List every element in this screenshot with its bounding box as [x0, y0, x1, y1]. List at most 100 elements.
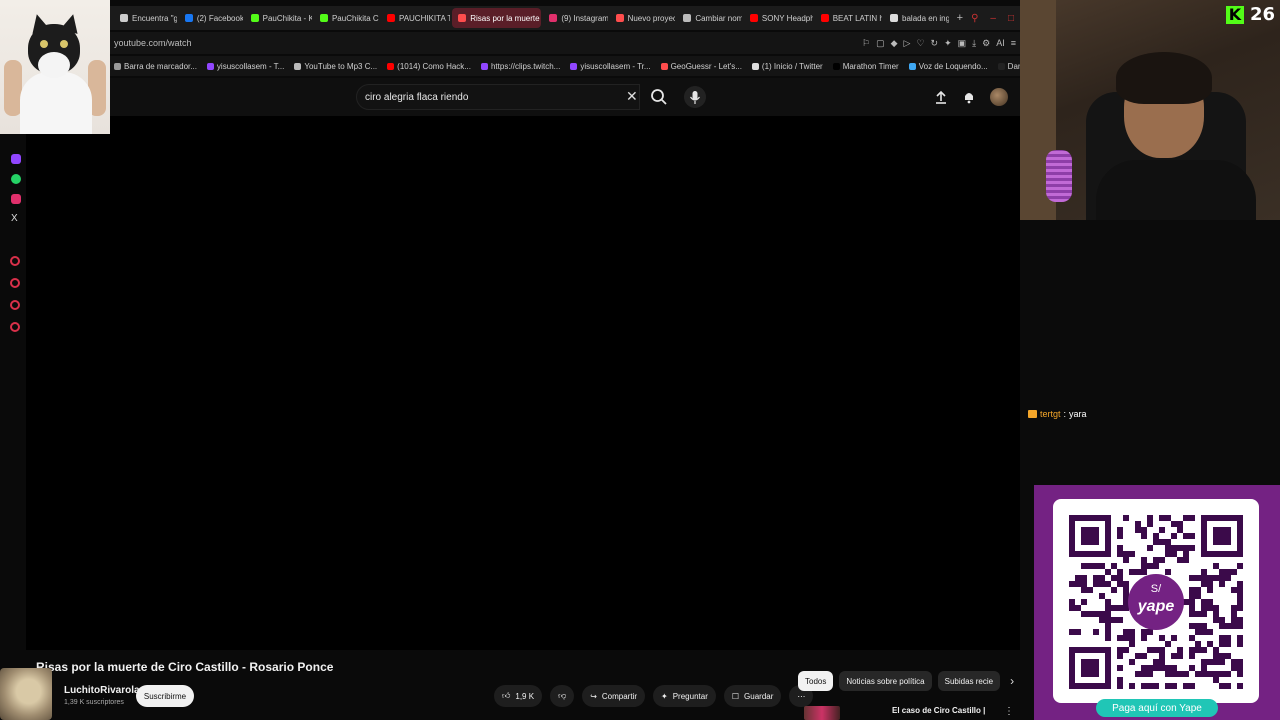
ask-button[interactable]: ✦ Preguntar [653, 685, 716, 707]
download-icon[interactable]: ⤓ [972, 38, 976, 49]
new-tab-button[interactable]: + [951, 12, 969, 24]
mic-icon[interactable] [684, 86, 706, 108]
clear-search-icon[interactable]: ✕ [626, 88, 638, 105]
recommended-menu-icon[interactable]: ⋮ [1004, 706, 1014, 717]
menu-icon[interactable]: ≡ [1011, 38, 1016, 49]
browser-tab[interactable]: (2) Facebook [179, 8, 243, 28]
minimize-button[interactable]: – [990, 13, 996, 24]
more-icon: ⋯ [797, 691, 806, 701]
circle-icon-4 [10, 322, 20, 332]
chat-separator: : [1063, 409, 1067, 419]
browser-tab[interactable]: Risas por la muerte d [452, 8, 542, 28]
bookmark-item[interactable]: (1014) Como Hack... [387, 62, 471, 71]
browser-tab[interactable]: Nuevo proyec [610, 8, 675, 28]
bookmark-item[interactable]: https://clips.twitch... [480, 62, 560, 71]
qr-code-card: S/yape [1053, 499, 1259, 703]
tab-favicon-icon [890, 14, 899, 22]
lock-icon[interactable]: ▣ [958, 38, 967, 49]
bookmark-item[interactable]: YouTube to Mp3 C... [294, 62, 377, 71]
sync-icon[interactable]: ↻ [931, 38, 939, 49]
bookmark-favicon-icon [751, 62, 759, 70]
share-label: Compartir [601, 691, 638, 701]
browser-tab[interactable]: Cambiar nom [677, 8, 742, 28]
extensions-icon[interactable]: ✦ [944, 38, 952, 49]
bookmark-favicon-icon [908, 62, 916, 70]
maximize-button[interactable]: □ [1008, 13, 1014, 24]
bookmark-favicon-icon [294, 62, 302, 70]
x-twitter-icon: X [11, 213, 18, 224]
chevron-right-icon[interactable]: › [1010, 674, 1014, 688]
sparkle-icon: ✦ [661, 691, 668, 701]
screenshot-icon[interactable]: ▢ [876, 38, 885, 49]
bookmark-item[interactable]: Voz de Loquendo... [908, 62, 988, 71]
bookmark-label: yisuscollasem - T... [216, 61, 285, 71]
bookmark-item[interactable]: GeoGuessr - Let's... [660, 61, 742, 71]
header-actions [934, 88, 1008, 106]
tab-favicon-icon [120, 14, 128, 22]
browser-tab-strip: Encuentra "g (2) Facebook PauChikita - K Pa… [110, 6, 1020, 30]
chip-all[interactable]: Todos [798, 671, 834, 691]
bookmark-label: YouTube to Mp3 C... [304, 61, 378, 71]
browser-tab[interactable]: (9) Instagram [543, 8, 608, 28]
bookmark-label: GeoGuessr - Let's... [670, 61, 742, 71]
search-box[interactable]: ciro alegria flaca riendo [356, 84, 640, 110]
bookmark-label: yisuscollasem - Tr... [580, 61, 651, 71]
heart-icon[interactable]: ♡ [916, 38, 924, 49]
browser-tab[interactable]: PauChikita Cl [314, 8, 379, 28]
ai-button[interactable]: AI [996, 38, 1005, 49]
window-controls: ⚲ – □ [971, 13, 1020, 24]
channel-name[interactable]: LuchitoRivarola [64, 685, 140, 696]
upload-icon[interactable] [934, 90, 948, 104]
recommended-title[interactable]: El caso de Ciro Castillo | [892, 706, 985, 715]
bookmark-item[interactable]: Marathon Timer [832, 62, 899, 71]
tab-favicon-icon [250, 14, 259, 22]
subscribe-button[interactable]: Suscribirme [136, 685, 194, 707]
bookmark-favicon-icon [114, 62, 121, 70]
cat-right-eye [60, 40, 68, 48]
browser-tab[interactable]: PauChikita - K [245, 8, 312, 28]
video-player[interactable] [26, 116, 1020, 650]
bookmark-label: (1014) Como Hack... [397, 61, 471, 71]
browser-tab[interactable]: SONY Headph [744, 8, 813, 28]
tab-label: (2) Facebook [196, 13, 243, 23]
yape-pay-button[interactable]: Paga aquí con Yape [1096, 699, 1218, 717]
user-avatar[interactable] [990, 88, 1008, 106]
tab-label: PauChikita Cl [331, 13, 379, 23]
cat-muzzle [38, 52, 70, 78]
save-button[interactable]: ☐ Guardar [723, 685, 782, 707]
url-text[interactable]: youtube.com/watch [114, 38, 192, 48]
bookmark-item[interactable]: yisuscollasem - T... [206, 61, 285, 71]
address-bar[interactable]: youtube.com/watch ⚐ ▢ ◆ ▷ ♡ ↻ ✦ ▣ ⤓ ⚙ AI… [110, 32, 1020, 54]
settings-icon[interactable]: ⚙ [982, 38, 990, 49]
tab-favicon-icon [184, 14, 193, 22]
browser-tab[interactable]: BEAT LATIN h [815, 8, 882, 28]
bookmark-favicon-icon [480, 62, 488, 70]
bookmark-icon[interactable]: ⚐ [862, 38, 870, 49]
search-input[interactable]: ciro alegria flaca riendo [365, 92, 468, 103]
bookmark-item[interactable]: Barra de marcador... [114, 62, 197, 71]
browser-tab[interactable]: Encuentra "g [114, 8, 177, 28]
chip-recent-uploads[interactable]: Subidas recie [937, 671, 1001, 691]
chip-politics-news[interactable]: Noticias sobre política [839, 671, 932, 691]
tab-favicon-icon [683, 14, 692, 22]
streamer-shirt [1096, 160, 1256, 220]
dislike-button[interactable]: 👎︎ [550, 685, 575, 707]
tab-label: PauChikita - K [262, 13, 312, 23]
notifications-bell-icon[interactable] [962, 90, 976, 104]
search-tabs-icon[interactable]: ⚲ [971, 13, 978, 24]
microphone [1046, 150, 1072, 202]
kick-logo-icon: K [1226, 5, 1244, 24]
shield-icon[interactable]: ◆ [891, 38, 898, 49]
address-bar-icons: ⚐ ▢ ◆ ▷ ♡ ↻ ✦ ▣ ⤓ ⚙ AI ≡ [862, 38, 1016, 49]
channel-avatar[interactable] [0, 668, 52, 720]
like-button[interactable]: 👍︎ 1,9 K [494, 685, 543, 707]
bookmark-item[interactable]: yisuscollasem - Tr... [570, 61, 651, 71]
browser-tab[interactable]: PAUCHIKITA T [381, 8, 450, 28]
browser-tab[interactable]: balada en ing [884, 8, 949, 28]
recommended-thumbnail[interactable] [804, 706, 840, 720]
share-button[interactable]: ↪ Compartir [582, 685, 646, 707]
viewer-count: 26 [1250, 4, 1276, 25]
bookmark-item[interactable]: (1) Inicio / Twitter [751, 62, 823, 71]
play-icon[interactable]: ▷ [904, 38, 911, 49]
search-icon[interactable] [648, 86, 670, 108]
